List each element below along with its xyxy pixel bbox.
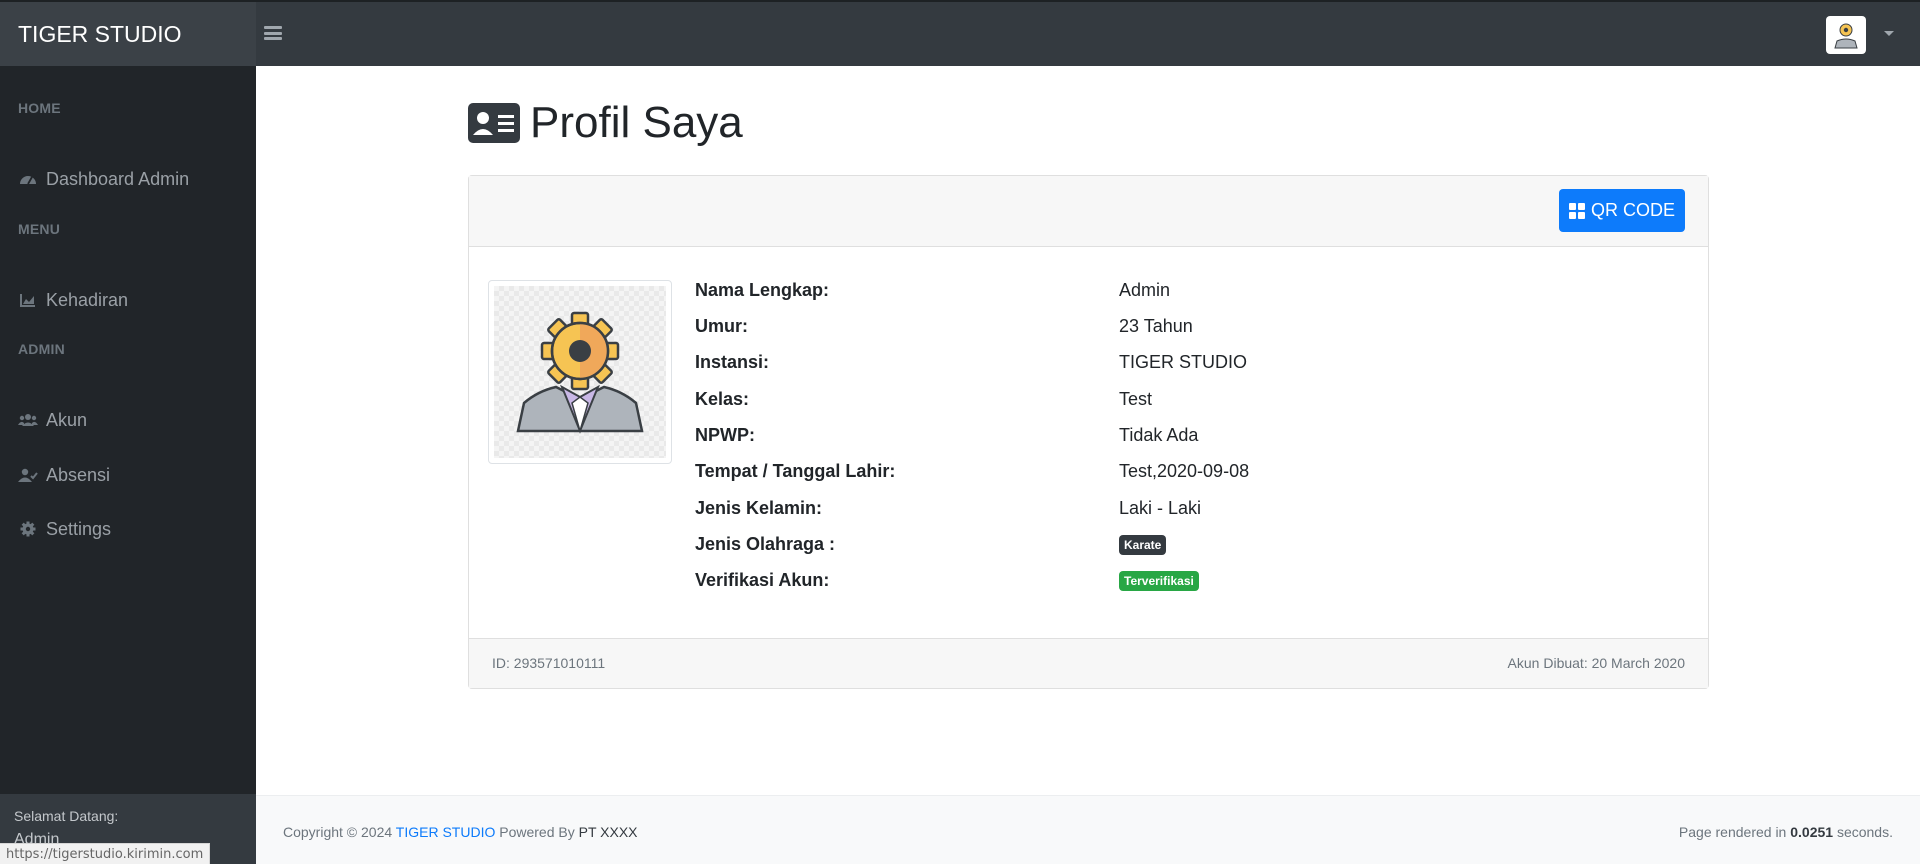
render-prefix: Page rendered in xyxy=(1678,824,1787,840)
render-time-value: 0.0251 xyxy=(1790,824,1834,840)
profile-row-verifikasi-akun: Verifikasi Akun: Terverifikasi xyxy=(695,565,1675,595)
profile-photo xyxy=(488,280,672,464)
sidebar-item-label: Dashboard Admin xyxy=(46,168,190,189)
profile-label: Jenis Kelamin: xyxy=(695,497,823,518)
page-title: Profil Saya xyxy=(468,96,743,150)
profile-row-jenis-olahraga: Jenis Olahraga : Karate xyxy=(695,529,1675,559)
account-id: ID: 293571010111 xyxy=(492,655,606,671)
sport-badge: Karate xyxy=(1119,535,1167,555)
render-time-text: Page rendered in 0.0251 seconds. xyxy=(1679,824,1893,840)
sidebar-item-label: Settings xyxy=(46,518,112,539)
profile-row-kelas: Kelas: Test xyxy=(695,384,1675,414)
profile-label: Verifikasi Akun: xyxy=(695,569,830,590)
verified-status-badge: Terverifikasi xyxy=(1119,571,1199,591)
profile-value: Test xyxy=(1119,388,1153,409)
sidebar: HOME Dashboard Admin MENU Kehadiran ADMI… xyxy=(0,66,256,864)
sidebar-item-settings[interactable]: Settings xyxy=(0,509,256,549)
profile-row-npwp: NPWP: Tidak Ada xyxy=(695,420,1675,450)
sidebar-item-label: Absensi xyxy=(46,464,111,485)
page-title-text: Profil Saya xyxy=(530,98,743,147)
account-created-date: Akun Dibuat: 20 March 2020 xyxy=(1507,655,1685,671)
browser-status-url: https://tigerstudio.kirimin.com xyxy=(0,843,211,864)
profile-card: QR CODE Nama Lengkap: Admin Umur: 23 Tah… xyxy=(468,175,1709,689)
profile-value: Test,2020-09-08 xyxy=(1119,460,1250,481)
user-dropdown-caret-icon[interactable] xyxy=(1884,31,1894,36)
card-footer: ID: 293571010111 Akun Dibuat: 20 March 2… xyxy=(469,638,1708,688)
sidebar-item-absensi[interactable]: Absensi xyxy=(0,455,256,495)
profile-label: Instansi: xyxy=(695,351,770,372)
profile-label: NPWP: xyxy=(695,424,755,445)
sidebar-item-dashboard-admin[interactable]: Dashboard Admin xyxy=(0,159,256,199)
profile-label: Jenis Olahraga : xyxy=(695,533,836,554)
id-card-icon xyxy=(468,103,520,143)
render-suffix: seconds. xyxy=(1836,824,1893,840)
avatar-icon xyxy=(1834,23,1858,49)
copyright-label: Copyright © 2024 xyxy=(283,824,393,840)
gear-icon xyxy=(18,521,38,537)
businessman-gear-avatar-icon xyxy=(516,311,644,434)
profile-label: Tempat / Tanggal Lahir: xyxy=(695,460,896,481)
profile-label: Kelas: xyxy=(695,388,750,409)
card-header: QR CODE xyxy=(469,176,1708,247)
users-icon xyxy=(18,412,38,428)
user-check-icon xyxy=(18,467,38,483)
area-chart-icon xyxy=(18,292,38,308)
page-footer: Copyright © 2024 TIGER STUDIO Powered By… xyxy=(256,795,1920,864)
profile-row-umur: Umur: 23 Tahun xyxy=(695,311,1675,341)
profile-value: Laki - Laki xyxy=(1119,497,1202,518)
sidebar-heading-home: HOME xyxy=(18,100,61,116)
sidebar-item-label: Kehadiran xyxy=(46,289,129,310)
profile-row-tempat-tanggal-lahir: Tempat / Tanggal Lahir: Test,2020-09-08 xyxy=(695,456,1675,486)
profile-value: Admin xyxy=(1119,279,1171,300)
profile-row-nama-lengkap: Nama Lengkap: Admin xyxy=(695,275,1675,305)
sidebar-heading-admin: ADMIN xyxy=(18,341,65,357)
profile-row-jenis-kelamin: Jenis Kelamin: Laki - Laki xyxy=(695,493,1675,523)
powered-company: PT XXXX xyxy=(578,824,638,840)
welcome-text: Selamat Datang: xyxy=(14,808,119,824)
company-link[interactable]: TIGER STUDIO xyxy=(396,824,496,840)
sidebar-heading-menu: MENU xyxy=(18,221,61,237)
qr-code-button-label: QR CODE xyxy=(1590,200,1675,220)
top-navbar: TIGER STUDIO xyxy=(0,0,1920,66)
profile-label: Umur: xyxy=(695,315,748,336)
hamburger-menu-icon[interactable] xyxy=(264,24,282,42)
powered-by-label: Powered By xyxy=(499,824,575,840)
qrcode-icon xyxy=(1568,202,1585,219)
user-avatar[interactable] xyxy=(1826,16,1866,54)
brand-logo-text[interactable]: TIGER STUDIO xyxy=(0,2,256,66)
sidebar-item-kehadiran[interactable]: Kehadiran xyxy=(0,280,256,320)
profile-value: Tidak Ada xyxy=(1119,424,1199,445)
profile-value: TIGER STUDIO xyxy=(1119,351,1248,372)
sidebar-item-akun[interactable]: Akun xyxy=(0,400,256,440)
profile-row-instansi: Instansi: TIGER STUDIO xyxy=(695,347,1675,377)
dashboard-gauge-icon xyxy=(18,171,38,187)
sidebar-item-label: Akun xyxy=(46,409,88,430)
copyright-text: Copyright © 2024 TIGER STUDIO Powered By… xyxy=(283,824,638,840)
profile-label: Nama Lengkap: xyxy=(695,279,830,300)
profile-value: 23 Tahun xyxy=(1119,315,1193,336)
qr-code-button[interactable]: QR CODE xyxy=(1559,189,1685,232)
